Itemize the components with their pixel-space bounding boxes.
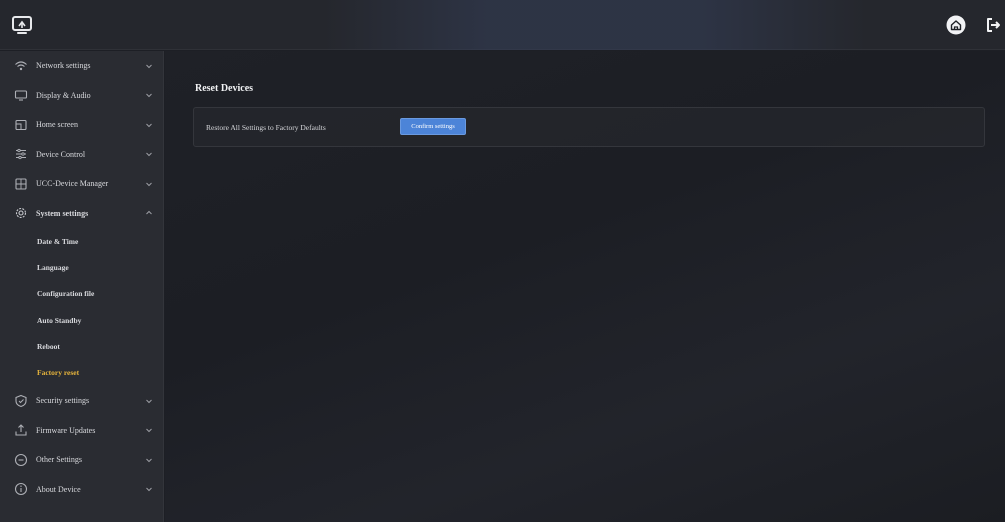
sidebar-item-label: About Device — [36, 484, 81, 494]
chevron-down-icon — [146, 152, 152, 157]
confirm-settings-button[interactable]: Confirm settings — [400, 118, 466, 135]
home-screen-icon — [15, 119, 27, 130]
chevron-down-icon — [146, 487, 152, 492]
sidebar-item-network-settings[interactable]: Network settings — [0, 51, 163, 81]
device-manager-icon — [15, 178, 27, 190]
sidebar-subitem-configuration-file[interactable]: Configuration file — [0, 281, 163, 307]
shield-icon — [15, 394, 27, 407]
sidebar-item-label: Device Control — [36, 149, 86, 159]
chevron-down-icon — [146, 399, 152, 403]
sidebar-item-device-control[interactable]: Device Control — [0, 140, 163, 170]
chevron-down-icon — [146, 93, 152, 98]
upload-icon — [15, 424, 27, 436]
chevron-down-icon — [146, 64, 152, 68]
monitor-icon — [14, 90, 28, 101]
top-bar — [0, 0, 1005, 50]
chevron-down-icon — [146, 123, 152, 127]
sidebar-item-security-settings[interactable]: Security settings — [0, 386, 163, 416]
chevron-down-icon — [146, 182, 152, 186]
logout-icon[interactable] — [983, 15, 1003, 35]
wifi-icon — [15, 61, 27, 70]
sidebar-item-label: Firmware Updates — [36, 425, 96, 435]
sidebar-item-label: Home screen — [36, 120, 78, 130]
sidebar-item-label: Other Settings — [36, 455, 82, 465]
sidebar-item-label: Display & Audio — [36, 90, 91, 100]
sidebar-item-label: Security settings — [36, 396, 90, 406]
sidebar-subitem-factory-reset[interactable]: Factory reset — [0, 359, 163, 385]
chevron-up-icon — [146, 211, 152, 215]
sidebar-subitem-date-time[interactable]: Date & Time — [0, 228, 163, 254]
sidebar-item-label: System settings — [36, 208, 89, 218]
sidebar-item-other-settings[interactable]: Other Settings — [0, 445, 163, 475]
sidebar-item-display-audio[interactable]: Display & Audio — [0, 81, 163, 111]
sidebar-item-ucc-device-manager[interactable]: UCC-Device Manager — [0, 169, 163, 199]
sliders-icon — [16, 149, 26, 160]
chevron-down-icon — [146, 428, 152, 433]
sidebar-subitem-reboot[interactable]: Reboot — [0, 333, 163, 359]
sidebar-item-about-device[interactable]: About Device — [0, 474, 163, 504]
gear-icon — [15, 208, 27, 219]
top-bar-highlight — [325, 0, 865, 50]
reset-row-label: Restore All Settings to Factory Defaults — [206, 123, 326, 132]
sidebar-item-label: UCC-Device Manager — [36, 179, 109, 189]
page-title: Reset Devices — [195, 83, 254, 94]
sidebar-item-system-settings[interactable]: System settings — [0, 199, 163, 229]
app-window: Network settings Display & Audio Home sc… — [0, 0, 1005, 522]
screen-share-icon[interactable] — [11, 14, 33, 36]
info-icon — [14, 482, 28, 496]
sidebar-subitem-auto-standby[interactable]: Auto Standby — [0, 307, 163, 333]
sidebar-item-label: Network settings — [36, 61, 91, 71]
sidebar-item-firmware-updates[interactable]: Firmware Updates — [0, 415, 163, 445]
chevron-down-icon — [146, 458, 152, 462]
sidebar-subitem-language[interactable]: Language — [0, 254, 163, 280]
sidebar-item-home-screen[interactable]: Home screen — [0, 110, 163, 140]
sidebar: Network settings Display & Audio Home sc… — [0, 51, 164, 522]
main-content: Reset Devices Restore All Settings to Fa… — [165, 51, 1005, 522]
home-icon[interactable] — [946, 15, 966, 35]
circle-minus-icon — [14, 453, 28, 466]
reset-settings-card: Restore All Settings to Factory Defaults… — [193, 107, 985, 147]
